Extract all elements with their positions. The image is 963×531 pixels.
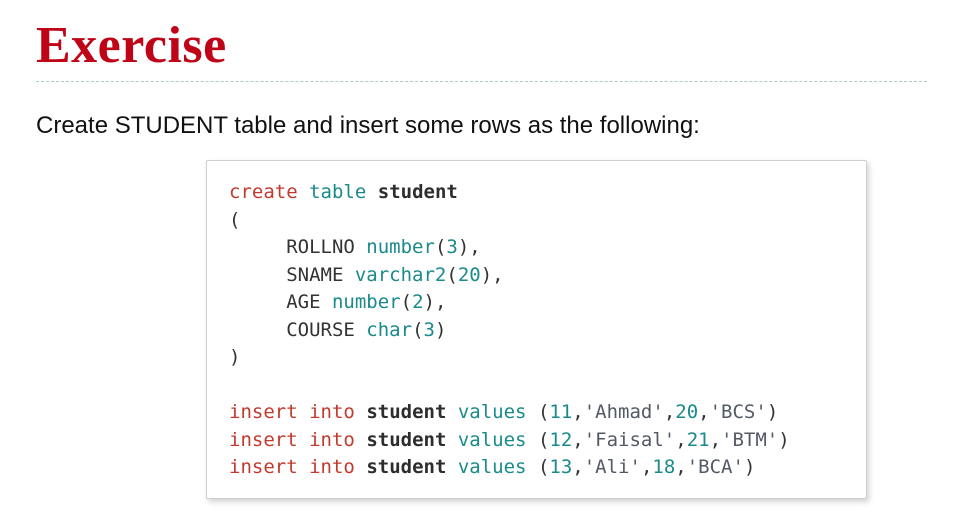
keyword-into3: into: [309, 456, 355, 478]
comma: ,: [675, 429, 686, 451]
paren: ): [435, 319, 446, 341]
r1-age: 20: [675, 401, 698, 423]
r1-name: 'Ahmad': [584, 401, 664, 423]
paren: (: [401, 291, 412, 313]
col-rollno: ROLLNO: [286, 236, 355, 258]
paren: ),: [458, 236, 481, 258]
size-2: 2: [412, 291, 423, 313]
paren: ): [767, 401, 778, 423]
keyword-insert: insert: [229, 401, 298, 423]
comma: ,: [710, 429, 721, 451]
close-paren: ): [229, 346, 240, 368]
type-number2: number: [332, 291, 401, 313]
r3-id: 13: [549, 456, 572, 478]
r3-course: 'BCA': [687, 456, 744, 478]
paren: (: [412, 319, 423, 341]
col-course: COURSE: [286, 319, 355, 341]
r3-name: 'Ali': [584, 456, 641, 478]
paren: ),: [481, 264, 504, 286]
keyword-values2: values: [458, 429, 527, 451]
r2-age: 21: [687, 429, 710, 451]
code-block: create table student ( ROLLNO number(3),…: [206, 160, 867, 499]
open-paren: (: [229, 209, 240, 231]
size-3: 3: [446, 236, 457, 258]
keyword-insert2: insert: [229, 429, 298, 451]
paren: (: [538, 456, 549, 478]
size-3b: 3: [424, 319, 435, 341]
comma: ,: [572, 456, 583, 478]
type-number: number: [366, 236, 435, 258]
comma: ,: [698, 401, 709, 423]
divider: [36, 81, 927, 82]
keyword-table: table: [309, 181, 366, 203]
comma: ,: [572, 429, 583, 451]
type-char: char: [366, 319, 412, 341]
paren: (: [446, 264, 457, 286]
paren: ): [744, 456, 755, 478]
keyword-into: into: [309, 401, 355, 423]
paren: (: [538, 401, 549, 423]
comma: ,: [675, 456, 686, 478]
keyword-values3: values: [458, 456, 527, 478]
keyword-create: create: [229, 181, 298, 203]
r3-age: 18: [652, 456, 675, 478]
keyword-into2: into: [309, 429, 355, 451]
keyword-values: values: [458, 401, 527, 423]
ident-student4: student: [366, 456, 446, 478]
size-20: 20: [458, 264, 481, 286]
comma: ,: [641, 456, 652, 478]
paren: (: [435, 236, 446, 258]
r1-course: 'BCS': [710, 401, 767, 423]
ident-student3: student: [366, 429, 446, 451]
comma: ,: [572, 401, 583, 423]
comma: ,: [664, 401, 675, 423]
paren: ): [778, 429, 789, 451]
keyword-insert3: insert: [229, 456, 298, 478]
col-sname: SNAME: [286, 264, 343, 286]
r2-name: 'Faisal': [584, 429, 676, 451]
paren: ),: [424, 291, 447, 313]
ident-student: student: [378, 181, 458, 203]
type-varchar2: varchar2: [355, 264, 447, 286]
r2-id: 12: [549, 429, 572, 451]
ident-student2: student: [366, 401, 446, 423]
intro-text: Create STUDENT table and insert some row…: [36, 112, 927, 140]
page-title: Exercise: [36, 16, 927, 75]
col-age: AGE: [286, 291, 320, 313]
slide: Exercise Create STUDENT table and insert…: [0, 0, 963, 531]
r2-course: 'BTM': [721, 429, 778, 451]
r1-id: 11: [549, 401, 572, 423]
paren: (: [538, 429, 549, 451]
